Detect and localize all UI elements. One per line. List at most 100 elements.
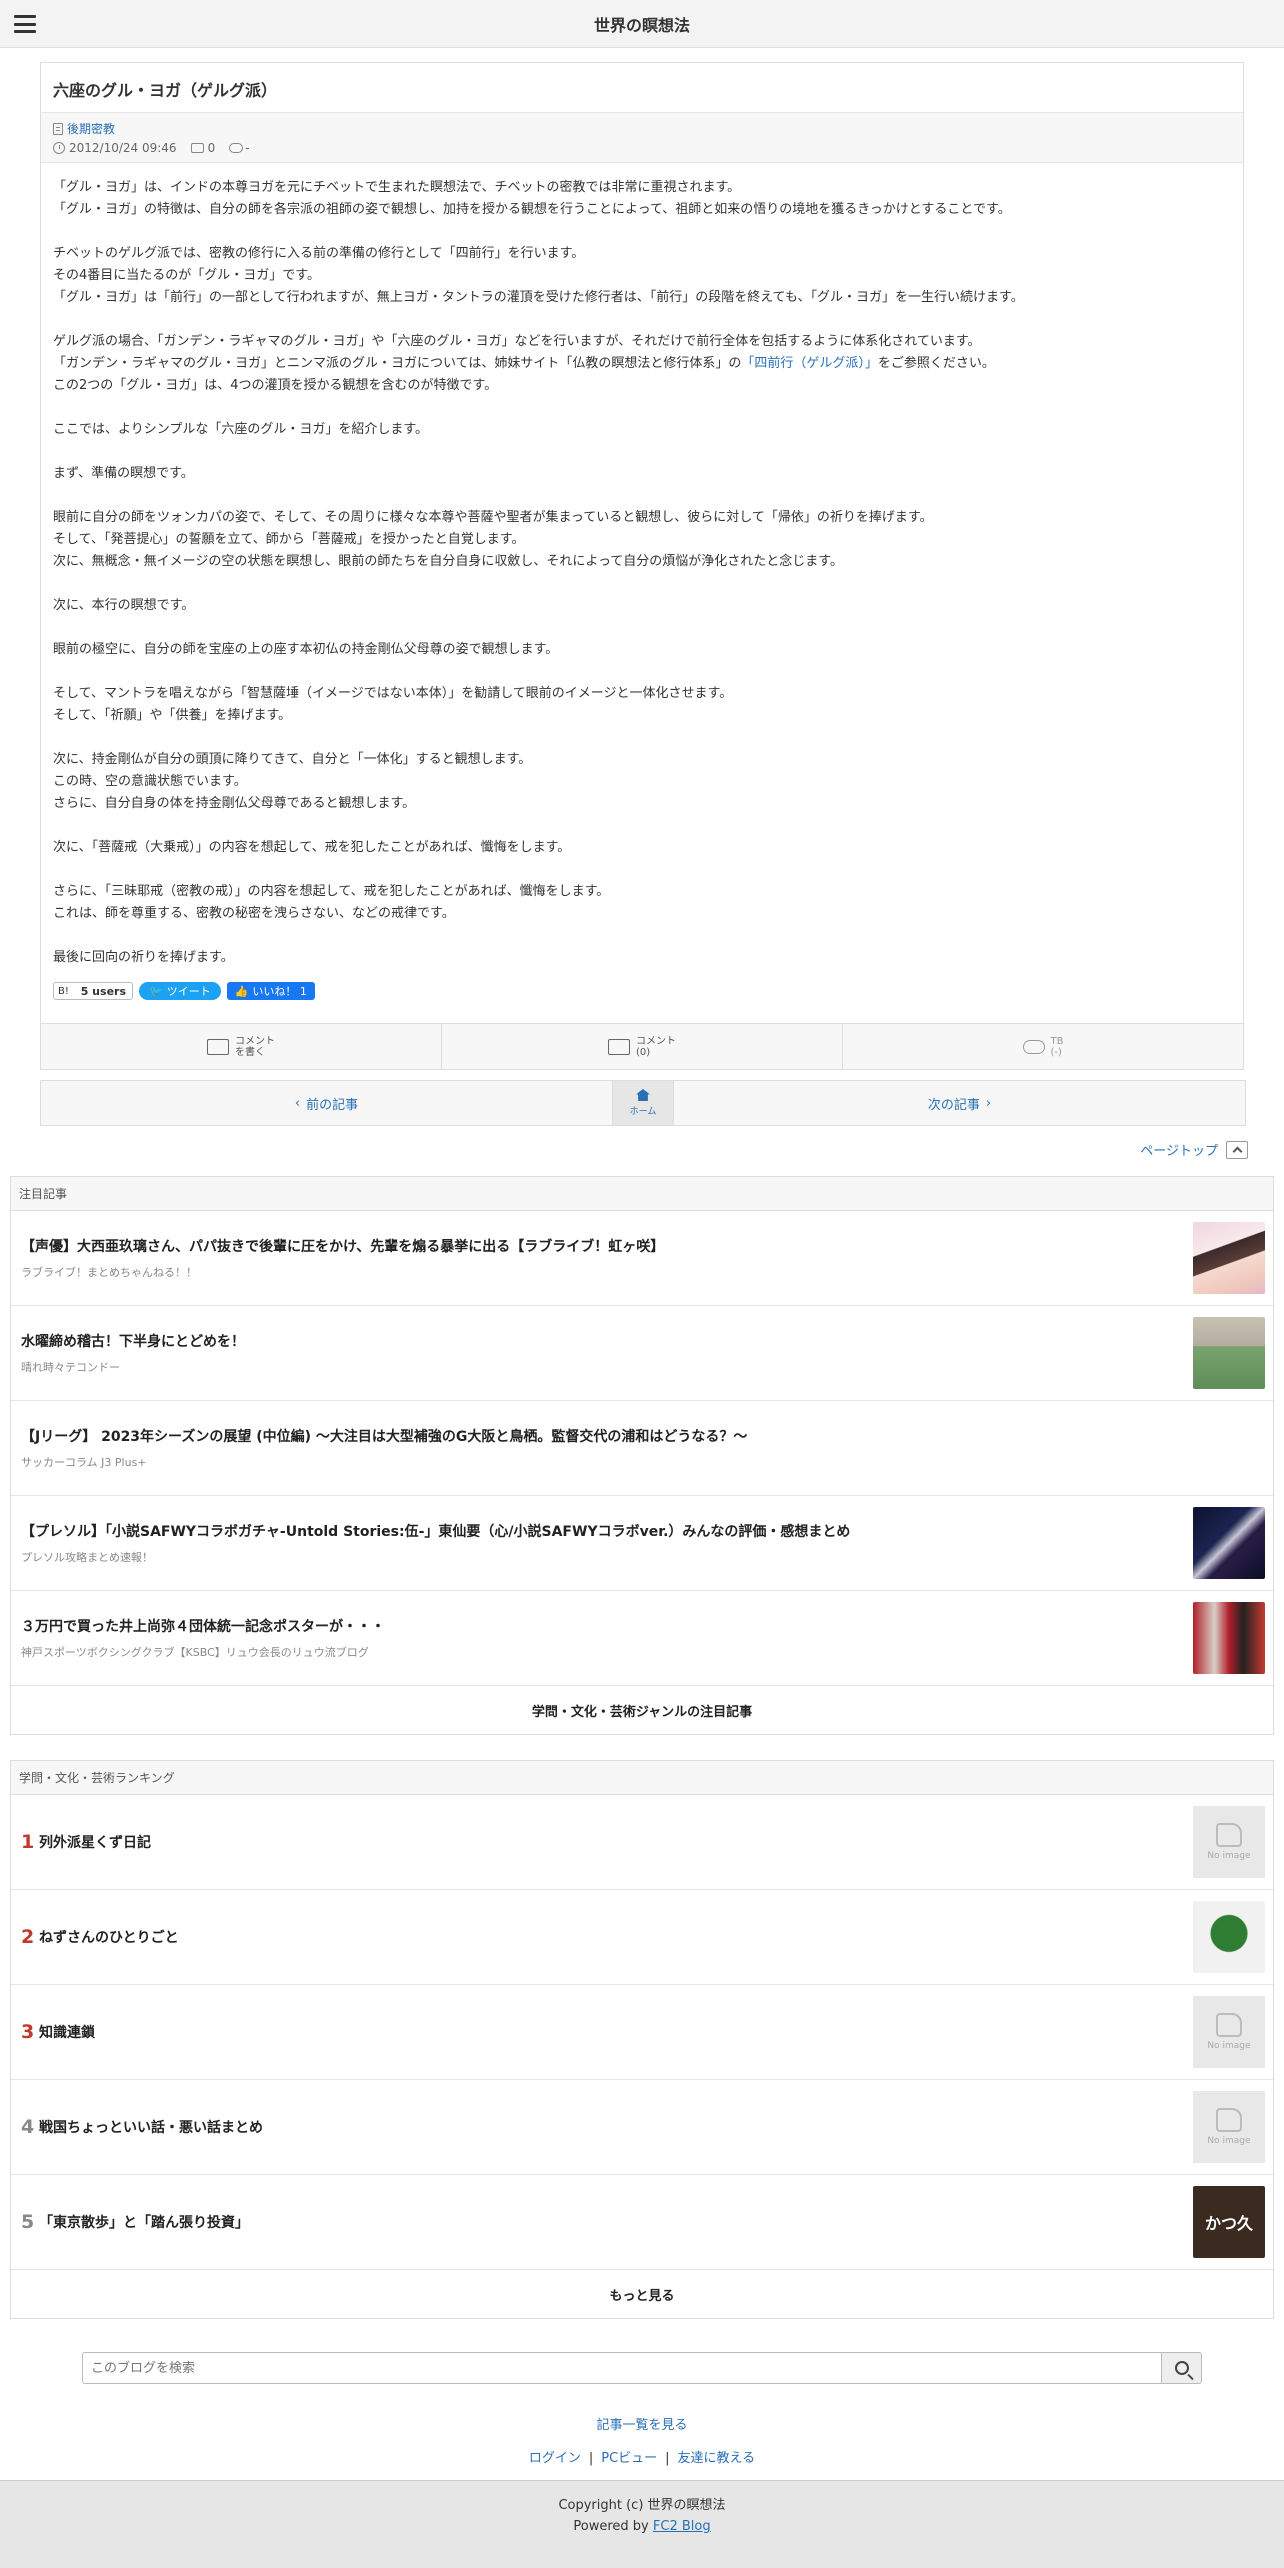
footer: Copyright (c) 世界の瞑想法 Powered by FC2 Blog [0, 2480, 1284, 2568]
paragraph-spacer [53, 309, 1231, 331]
tweet-button[interactable]: 🐦 ツイート [139, 982, 221, 1000]
see-more-link[interactable]: もっと見る [11, 2270, 1273, 2318]
powered-by-label: Powered by [573, 2519, 649, 2534]
article-paragraph: そして、「発菩提心」の誓願を立て、師から「菩薩戒」を授かったと自覚します。 [53, 532, 525, 547]
article-paragraph: この2つの「グル・ヨガ」は、4つの灌頂を授かる観想を含むのが特徴です。 [53, 378, 498, 393]
article-paragraph: 「グル・ヨガ」の特徴は、自分の師を各宗派の祖師の姿で観想し、加持を授かる観想を行… [53, 202, 1011, 217]
clock-icon [53, 141, 65, 154]
featured-source: ラブライブ！まとめちゃんねる！！ [21, 1266, 197, 1279]
trackback-icon [229, 142, 244, 153]
category-link[interactable]: 後期密教 [67, 120, 115, 137]
like-button[interactable]: 👍 いいね！ 1 [226, 982, 315, 1000]
paragraph-spacer [53, 661, 1231, 683]
featured-thumbnail[interactable] [1193, 1507, 1265, 1579]
trackback-label: TB [1050, 1035, 1064, 1047]
home-icon [636, 1089, 650, 1101]
search-button[interactable] [1162, 2352, 1202, 2384]
ranking-thumbnail[interactable]: かつ久 [1193, 2186, 1265, 2258]
thumbs-up-icon: 👍 [234, 984, 249, 998]
featured-title[interactable]: 【プレソル】「小説SAFWYコラボガチャ-Untold Stories:伍-」東… [21, 1521, 1193, 1541]
search-input[interactable] [82, 2352, 1162, 2384]
rank-blog-name[interactable]: 戦国ちょっといい話・悪い話まとめ [39, 2117, 1193, 2137]
featured-item[interactable]: 【プレソル】「小説SAFWYコラボガチャ-Untold Stories:伍-」東… [11, 1496, 1273, 1591]
placeholder-icon [1216, 2108, 1242, 2132]
article-meta: 後期密教 2012/10/24 09:46 0 - [41, 113, 1243, 163]
featured-item[interactable]: 【Jリーグ】 2023年シーズンの展望 (中位編) ～大注目は大型補強のG大阪と… [11, 1401, 1273, 1496]
ranking-item[interactable]: 2 ねずさんのひとりごと [11, 1890, 1273, 1985]
home-link[interactable]: ホーム [612, 1081, 674, 1125]
featured-item[interactable]: ３万円で買った井上尚弥４団体統一記念ポスターが・・・ 神戸スポーツボクシングクラブ… [11, 1591, 1273, 1686]
article-paragraph: まず、準備の瞑想です。 [53, 466, 194, 481]
trackback-value: (-) [1050, 1046, 1062, 1058]
article-paragraph: 眼前の極空に、自分の師を宝座の上の座す本初仏の持金剛仏父母尊の姿で観想します。 [53, 642, 559, 657]
featured-thumbnail[interactable] [1193, 1317, 1265, 1389]
placeholder-icon [1216, 1823, 1242, 1847]
paragraph-spacer [53, 397, 1231, 419]
ranking-thumbnail[interactable] [1193, 1901, 1265, 1973]
article-paragraph: ここでは、よりシンプルな「六座のグル・ヨガ」を紹介します。 [53, 422, 429, 437]
rank-blog-name[interactable]: 「東京散歩」と「踏ん張り投資」 [39, 2212, 1193, 2232]
login-link[interactable]: ログイン [529, 2451, 581, 2466]
featured-thumbnail[interactable] [1193, 1602, 1265, 1674]
page-top-link[interactable]: ページトップ [1140, 1140, 1248, 1159]
social-buttons: B! 5 users 🐦 ツイート 👍 いいね！ 1 [41, 979, 1243, 1023]
search-icon [1174, 2361, 1189, 2375]
write-comment-button[interactable]: コメント を書く [41, 1024, 442, 1069]
comments-button[interactable]: コメント (0) [442, 1024, 843, 1069]
next-article-link[interactable]: 次の記事 › [674, 1081, 1245, 1125]
all-articles-link[interactable]: 記事一覧を見る [596, 2418, 687, 2433]
featured-genre-link[interactable]: 学問・文化・芸術ジャンルの注目記事 [11, 1686, 1273, 1734]
featured-title[interactable]: 【Jリーグ】 2023年シーズンの展望 (中位編) ～大注目は大型補強のG大阪と… [21, 1426, 1265, 1446]
pc-view-link[interactable]: PCビュー [601, 2451, 657, 2466]
trackback-large-icon [1022, 1039, 1045, 1054]
featured-title[interactable]: 【声優】大西亜玖璃さん、パパ抜きで後輩に圧をかけ、先輩を煽る暴挙に出る【ラブライ… [21, 1236, 1193, 1256]
site-title[interactable]: 世界の瞑想法 [594, 12, 690, 36]
bird-icon: 🐦 [149, 984, 163, 998]
rank-blog-name[interactable]: 知識連鎖 [39, 2022, 1193, 2042]
menu-icon[interactable] [14, 15, 36, 33]
featured-source: サッカーコラム J3 Plus+ [21, 1456, 147, 1469]
page-top-label: ページトップ [1140, 1144, 1218, 1159]
article-paragraph: 次に、本行の瞑想です。 [53, 598, 195, 613]
tell-friend-link[interactable]: 友達に教える [678, 2451, 756, 2466]
prev-article-link[interactable]: ‹ 前の記事 [41, 1081, 612, 1125]
article-paragraph: 最後に回向の祈りを捧げます。 [53, 950, 234, 965]
trackback-button[interactable]: TB (-) [843, 1024, 1243, 1069]
featured-title[interactable]: 水曜締め稽古！下半身にとどめを！ [21, 1331, 1193, 1351]
article-paragraph: チベットのゲルグ派では、密教の修行に入る前の準備の修行として「四前行」を行います… [53, 246, 585, 261]
rank-blog-name[interactable]: ねずさんのひとりごと [39, 1927, 1193, 1947]
article-paragraph: 眼前に自分の師をツォンカパの姿で、そして、その周りに様々な本尊や菩薩や聖者が集ま… [53, 510, 933, 525]
rank-blog-name[interactable]: 列外派星くず日記 [39, 1832, 1193, 1852]
ranking-heading: 学問・文化・芸術ランキング [11, 1761, 1273, 1795]
no-image-thumbnail[interactable]: No image [1193, 1806, 1265, 1878]
article-paragraph: その4番目に当たるのが「グル・ヨガ」です。 [53, 268, 320, 283]
paragraph-spacer [53, 485, 1231, 507]
sister-site-link[interactable]: 「四前行（ゲルグ派）」 [741, 356, 878, 371]
ranking-item[interactable]: 1 列外派星くず日記 No image [11, 1795, 1273, 1890]
next-label: 次の記事 [927, 1097, 980, 1113]
comment-icon [190, 142, 204, 153]
placeholder-icon [1216, 2013, 1242, 2037]
page-top-button[interactable] [1226, 1140, 1248, 1159]
ranking-item[interactable]: 3 知識連鎖 No image [11, 1985, 1273, 2080]
article-paragraph: 「グル・ヨガ」は、インドの本尊ヨガを元にチベットで生まれた瞑想法で、チベットの密… [53, 180, 741, 195]
featured-heading: 注目記事 [11, 1177, 1273, 1211]
no-image-thumbnail[interactable]: No image [1193, 1996, 1265, 2068]
hatena-bookmark-button[interactable]: B! 5 users [53, 982, 133, 1000]
featured-item[interactable]: 水曜締め稽古！下半身にとどめを！ 晴れ時々テコンドー [11, 1306, 1273, 1401]
ranking-item[interactable]: 4 戦国ちょっといい話・悪い話まとめ No image [11, 2080, 1273, 2175]
ranking-item[interactable]: 5 「東京散歩」と「踏ん張り投資」 かつ久 [11, 2175, 1273, 2270]
tweet-label: ツイート [166, 985, 211, 998]
rank-number: 4 [21, 2116, 35, 2138]
rank-number: 1 [21, 1831, 35, 1853]
comment-count[interactable]: 0 [208, 141, 216, 155]
chevron-up-icon [1232, 1146, 1242, 1156]
no-image-thumbnail[interactable]: No image [1193, 2091, 1265, 2163]
featured-item[interactable]: 【声優】大西亜玖璃さん、パパ抜きで後輩に圧をかけ、先輩を煽る暴挙に出る【ラブライ… [11, 1211, 1273, 1306]
rank-number: 5 [21, 2211, 35, 2233]
paragraph-spacer [53, 925, 1231, 947]
featured-thumbnail[interactable] [1193, 1222, 1265, 1294]
article-paragraph: 次に、無概念・無イメージの空の状態を瞑想し、眼前の師たちを自分自身に収斂し、それ… [53, 554, 844, 569]
fc2-blog-link[interactable]: FC2 Blog [653, 2519, 711, 2534]
featured-title[interactable]: ３万円で買った井上尚弥４団体統一記念ポスターが・・・ [21, 1616, 1193, 1636]
